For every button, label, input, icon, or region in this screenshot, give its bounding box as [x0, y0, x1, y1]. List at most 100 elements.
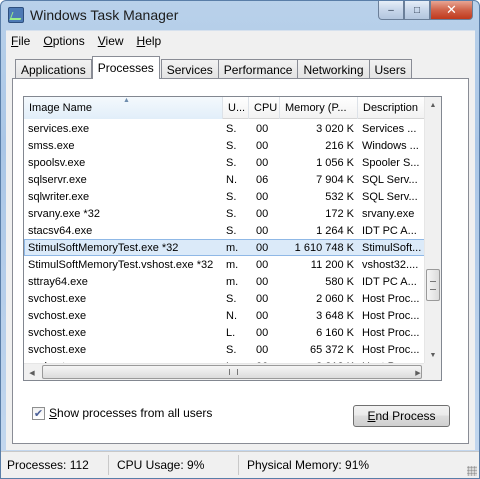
process-rows: services.exe S. 00 3 020 K Services ... smss.… [24, 120, 426, 375]
process-description: Host Proc... [362, 343, 420, 356]
process-user: m. [226, 275, 239, 288]
table-row[interactable]: smss.exe S. 00 216 K Windows ... [24, 137, 426, 154]
status-physical-memory: Physical Memory: 91% [247, 458, 370, 472]
table-row[interactable]: sqlservr.exe N. 06 7 904 K SQL Serv... [24, 171, 426, 188]
scroll-up-arrow-icon[interactable]: ▲ [425, 97, 441, 114]
process-user: m. [226, 241, 239, 254]
table-row[interactable]: services.exe S. 00 3 020 K Services ... [24, 120, 426, 137]
column-memory[interactable]: Memory (P... [280, 97, 358, 119]
caption-buttons: – □ ✕ [378, 1, 473, 21]
menu-options-label: ptions [52, 34, 85, 48]
show-all-users-text: how processes from all users [57, 406, 213, 420]
menu-view[interactable]: View [98, 34, 124, 48]
process-name: svchost.exe [28, 309, 87, 322]
maximize-button[interactable]: □ [404, 1, 430, 20]
process-memory: 2 060 K [316, 292, 354, 305]
menu-help[interactable]: Help [137, 34, 162, 48]
process-user: m. [226, 258, 239, 271]
process-name: sttray64.exe [28, 275, 88, 288]
tab-performance[interactable]: Performance [217, 59, 299, 79]
horizontal-scrollbar[interactable]: ◀ ▶ [24, 363, 426, 380]
process-description: SQL Serv... [362, 173, 418, 186]
process-name: stacsv64.exe [28, 224, 93, 237]
column-description[interactable]: Description [358, 97, 426, 119]
table-row[interactable]: svchost.exe L. 00 6 160 K Host Proc... [24, 324, 426, 341]
process-cpu: 00 [256, 122, 269, 135]
process-name: spoolsv.exe [28, 156, 86, 169]
column-image-name[interactable]: ▲ Image Name [24, 97, 223, 119]
process-cpu: 00 [256, 343, 269, 356]
status-bar: Processes: 112 CPU Usage: 9% Physical Me… [1, 451, 479, 478]
process-user: S. [226, 343, 237, 356]
end-process-button[interactable]: End Process [353, 405, 450, 427]
process-description: Host Proc... [362, 326, 420, 339]
process-cpu: 00 [256, 156, 269, 169]
vertical-scroll-thumb[interactable] [426, 269, 440, 301]
menu-bar: File Options View Help [6, 30, 475, 51]
process-memory: 6 160 K [316, 326, 354, 339]
process-list[interactable]: ▲ Image Name U... CPU Memory (P... Descr… [23, 96, 442, 381]
process-memory: 7 904 K [316, 173, 354, 186]
menu-file[interactable]: File [11, 34, 30, 48]
vertical-scrollbar[interactable]: ▲ ▼ [424, 97, 441, 364]
table-row[interactable]: svchost.exe S. 00 65 372 K Host Proc... [24, 341, 426, 358]
tab-services[interactable]: Services [160, 59, 219, 79]
client-area: Applications Processes Services Performa… [6, 51, 475, 450]
process-name: StimulSoftMemoryTest.exe *32 [28, 241, 179, 254]
tab-users[interactable]: Users [368, 59, 412, 79]
status-processes: Processes: 112 [1, 455, 109, 475]
scroll-left-arrow-icon[interactable]: ◀ [24, 364, 40, 380]
column-user[interactable]: U... [223, 97, 249, 119]
column-description-label: Description [363, 102, 419, 114]
process-description: IDT PC A... [362, 275, 417, 288]
table-row[interactable]: svchost.exe N. 00 3 648 K Host Proc... [24, 307, 426, 324]
process-description: Services ... [362, 122, 417, 135]
tab-applications[interactable]: Applications [15, 59, 92, 79]
horizontal-scroll-thumb[interactable] [42, 365, 422, 379]
process-description: IDT PC A... [362, 224, 417, 237]
process-cpu: 00 [256, 326, 269, 339]
process-user: N. [226, 173, 237, 186]
close-button[interactable]: ✕ [430, 1, 473, 20]
table-row[interactable]: sqlwriter.exe S. 00 532 K SQL Serv... [24, 188, 426, 205]
show-all-users-checkbox[interactable]: ✔ [32, 406, 45, 420]
table-row[interactable]: stacsv64.exe S. 00 1 264 K IDT PC A... [24, 222, 426, 239]
tab-processes[interactable]: Processes [91, 56, 160, 79]
table-row[interactable]: svchost.exe S. 00 2 060 K Host Proc... [24, 290, 426, 307]
process-memory: 1 264 K [316, 224, 354, 237]
process-cpu: 00 [256, 139, 269, 152]
resize-grip-icon[interactable] [467, 466, 477, 476]
process-memory: 216 K [325, 139, 354, 152]
tab-networking[interactable]: Networking [297, 59, 370, 79]
table-row[interactable]: StimulSoftMemoryTest.exe *32 m. 00 1 610 74… [24, 239, 426, 256]
process-description: vshost32.... [362, 258, 419, 271]
menu-options[interactable]: Options [43, 34, 84, 48]
process-description: Windows ... [362, 139, 419, 152]
column-user-label: U... [228, 102, 246, 114]
minimize-button[interactable]: – [378, 1, 404, 20]
process-cpu: 00 [256, 275, 269, 288]
process-cpu: 00 [256, 224, 269, 237]
show-all-users-option[interactable]: ✔ Show processes from all users [32, 406, 212, 420]
table-row[interactable]: srvany.exe *32 S. 00 172 K srvany.exe [24, 205, 426, 222]
scroll-down-arrow-icon[interactable]: ▼ [425, 347, 441, 364]
process-cpu: 00 [256, 292, 269, 305]
process-name: services.exe [28, 122, 90, 135]
column-cpu[interactable]: CPU [249, 97, 280, 119]
table-row[interactable]: sttray64.exe m. 00 580 K IDT PC A... [24, 273, 426, 290]
menu-options-accesskey: O [43, 34, 53, 48]
process-description: Host Proc... [362, 309, 420, 322]
process-memory: 3 020 K [316, 122, 354, 135]
process-user: S. [226, 156, 237, 169]
process-memory: 11 200 K [310, 258, 354, 271]
process-user: S. [226, 207, 237, 220]
table-row[interactable]: StimulSoftMemoryTest.vshost.exe *32 m. 00 1… [24, 256, 426, 273]
process-description: srvany.exe [362, 207, 415, 220]
process-name: svchost.exe [28, 343, 87, 356]
process-name: StimulSoftMemoryTest.vshost.exe *32 [28, 258, 214, 271]
menu-file-label: ile [18, 34, 31, 48]
end-process-accesskey: E [367, 409, 376, 423]
title-bar[interactable]: Windows Task Manager – □ ✕ [1, 1, 479, 29]
table-row[interactable]: spoolsv.exe S. 00 1 056 K Spooler S... [24, 154, 426, 171]
column-image-name-label: Image Name [29, 102, 92, 114]
